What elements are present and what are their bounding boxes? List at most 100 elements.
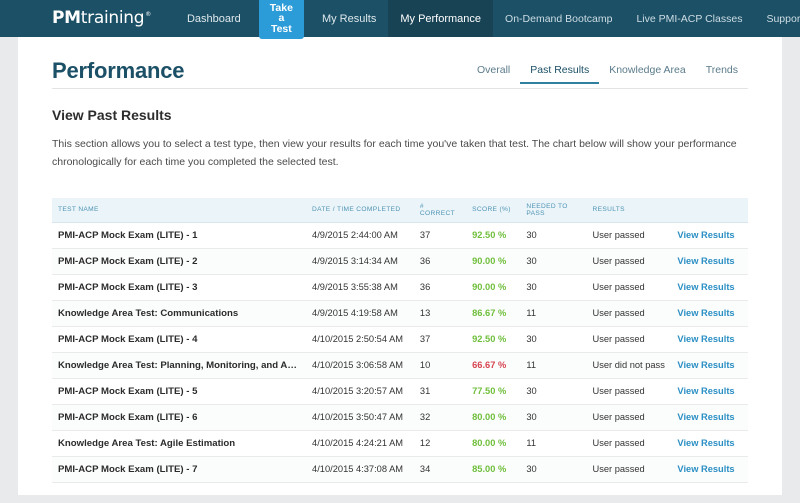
table-header: TEST NAME DATE / TIME COMPLETED # CORREC… — [52, 197, 748, 223]
tab-knowledge-area[interactable]: Knowledge Area — [599, 64, 695, 84]
page-title: Performance — [52, 58, 185, 83]
cell-num-correct: 37 — [413, 326, 467, 353]
table-row[interactable]: PMI-ACP Mock Exam (LITE) - 3 4/9/2015 3:5… — [52, 274, 748, 301]
cell-date-time: 4/9/2015 4:19:58 AM — [306, 300, 414, 327]
table-row[interactable]: PMI-ACP Mock Exam (LITE) - 2 4/9/2015 3:1… — [52, 248, 748, 275]
cell-date-time: 4/10/2015 3:06:58 AM — [306, 352, 414, 379]
table-row[interactable]: PMI-ACP Mock Exam (LITE) - 4 4/10/2015 2:… — [52, 326, 748, 353]
cell-score: 90.00 % — [466, 248, 521, 275]
cell-date-time: 4/10/2015 2:50:54 AM — [306, 326, 414, 353]
cell-result: User did not pass — [586, 352, 672, 379]
view-results-link[interactable]: View Results — [677, 386, 734, 396]
nav-take-a-test-wrapper: Take a Test — [253, 0, 310, 40]
table-header-row: TEST NAME DATE / TIME COMPLETED # CORREC… — [52, 197, 748, 223]
cell-score: 77.50 % — [466, 378, 521, 405]
cell-test-name: PMI-ACP Mock Exam (LITE) - 1 — [52, 222, 307, 249]
cell-date-time: 4/10/2015 4:37:08 AM — [306, 456, 414, 483]
tab-overall-label: Overall — [477, 64, 511, 77]
cell-test-name: PMI-ACP Mock Exam (LITE) - 6 — [52, 404, 307, 431]
cell-result: User passed — [586, 404, 672, 431]
cell-test-name: Knowledge Area Test: Communications — [52, 300, 307, 327]
column-header-needed-to-pass[interactable]: NEEDED TO PASS — [520, 197, 587, 223]
column-header-date-time[interactable]: DATE / TIME COMPLETED — [306, 197, 414, 223]
logo-wordmark: PMtraining® — [52, 10, 151, 27]
view-results-link[interactable]: View Results — [677, 282, 734, 292]
cell-num-correct: 13 — [413, 300, 467, 327]
cell-actions: View Results — [671, 378, 748, 405]
cell-needed-to-pass: 30 — [520, 326, 587, 353]
nav-item-live-classes-label: Live PMI-ACP Classes — [636, 12, 743, 25]
cell-needed-to-pass: 30 — [520, 378, 587, 405]
cell-actions: View Results — [671, 326, 748, 353]
cell-actions: View Results — [671, 274, 748, 301]
performance-tabs: Overall Past Results Knowledge Area Tren… — [467, 64, 748, 85]
table-row[interactable]: PMI-ACP Mock Exam (LITE) - 1 4/9/2015 2:4… — [52, 222, 748, 249]
tab-past-results[interactable]: Past Results — [520, 64, 600, 85]
nav-item-dashboard-label: Dashboard — [186, 12, 241, 25]
table-row[interactable]: PMI-ACP Mock Exam (LITE) - 5 4/10/2015 3:… — [52, 378, 748, 405]
cell-test-name: Knowledge Area Test: Agile Estimation — [52, 430, 307, 457]
view-results-link[interactable]: View Results — [677, 334, 734, 344]
cell-actions: View Results — [671, 300, 748, 327]
nav-item-my-results-label: My Results — [321, 12, 377, 25]
cell-score: 80.00 % — [466, 404, 521, 431]
nav-item-dashboard[interactable]: Dashboard — [175, 0, 253, 37]
view-results-link[interactable]: View Results — [677, 256, 734, 266]
cell-num-correct: 32 — [413, 404, 467, 431]
cell-test-name: PMI-ACP Mock Exam (LITE) - 5 — [52, 378, 307, 405]
cell-result: User passed — [586, 300, 672, 327]
take-a-test-button[interactable]: Take a Test — [258, 0, 304, 40]
view-results-link[interactable]: View Results — [677, 438, 734, 448]
table-row[interactable]: PMI-ACP Mock Exam (LITE) - 6 4/10/2015 3:… — [52, 404, 748, 431]
cell-needed-to-pass: 11 — [520, 300, 587, 327]
tab-overall[interactable]: Overall — [467, 64, 520, 84]
app-page: PMtraining® Dashboard Take a Test My Res… — [0, 0, 800, 503]
column-header-test-name[interactable]: TEST NAME — [52, 197, 307, 223]
past-results-table-wrapper: TEST NAME DATE / TIME COMPLETED # CORREC… — [52, 197, 748, 483]
view-results-link[interactable]: View Results — [677, 230, 734, 240]
column-header-num-correct[interactable]: # CORRECT — [413, 197, 467, 223]
cell-score: 85.00 % — [466, 456, 521, 483]
cell-actions: View Results — [671, 352, 748, 379]
cell-needed-to-pass: 11 — [520, 430, 587, 457]
tab-knowledge-area-label: Knowledge Area — [609, 64, 686, 77]
table-row[interactable]: Knowledge Area Test: Planning, Monitorin… — [52, 352, 748, 379]
view-results-link[interactable]: View Results — [677, 464, 734, 474]
nav-item-support[interactable]: Support — [754, 13, 800, 25]
section-title: View Past Results — [52, 107, 172, 124]
past-results-table: TEST NAME DATE / TIME COMPLETED # CORREC… — [52, 197, 748, 483]
view-results-link[interactable]: View Results — [677, 412, 734, 422]
cell-needed-to-pass: 30 — [520, 222, 587, 249]
pmtraining-logo[interactable]: PMtraining® — [52, 0, 175, 37]
cell-date-time: 4/9/2015 2:44:00 AM — [306, 222, 414, 249]
view-results-link[interactable]: View Results — [677, 360, 734, 370]
cell-result: User passed — [586, 274, 672, 301]
table-row[interactable]: PMI-ACP Mock Exam (LITE) - 7 4/10/2015 4:… — [52, 456, 748, 483]
cell-result: User passed — [586, 430, 672, 457]
nav-item-live-classes[interactable]: Live PMI-ACP Classes — [624, 13, 754, 25]
column-header-score[interactable]: SCORE (%) — [466, 197, 521, 223]
table-row[interactable]: Knowledge Area Test: Agile Estimation 4/1… — [52, 430, 748, 457]
cell-score: 80.00 % — [466, 430, 521, 457]
nav-left-group: PMtraining® Dashboard Take a Test My Res… — [0, 0, 494, 40]
nav-item-my-results[interactable]: My Results — [310, 0, 388, 37]
content-card: Performance Overall Past Results Knowled… — [18, 37, 782, 495]
cell-result: User passed — [586, 222, 672, 249]
cell-needed-to-pass: 11 — [520, 352, 587, 379]
nav-item-on-demand-bootcamp[interactable]: On-Demand Bootcamp — [493, 13, 624, 25]
column-header-results[interactable]: RESULTS — [586, 197, 672, 223]
table-row[interactable]: Knowledge Area Test: Communications 4/9/2… — [52, 300, 748, 327]
nav-item-my-performance[interactable]: My Performance — [388, 0, 494, 37]
tab-trends[interactable]: Trends — [696, 64, 748, 84]
cell-date-time: 4/10/2015 3:20:57 AM — [306, 378, 414, 405]
cell-result: User passed — [586, 248, 672, 275]
logo-text-bold: PM — [52, 8, 81, 28]
cell-num-correct: 10 — [413, 352, 467, 379]
nav-item-my-performance-label: My Performance — [400, 12, 482, 25]
view-results-link[interactable]: View Results — [677, 308, 734, 318]
cell-num-correct: 31 — [413, 378, 467, 405]
column-header-actions — [671, 197, 748, 223]
cell-num-correct: 37 — [413, 222, 467, 249]
cell-date-time: 4/10/2015 4:24:21 AM — [306, 430, 414, 457]
cell-actions: View Results — [671, 456, 748, 483]
